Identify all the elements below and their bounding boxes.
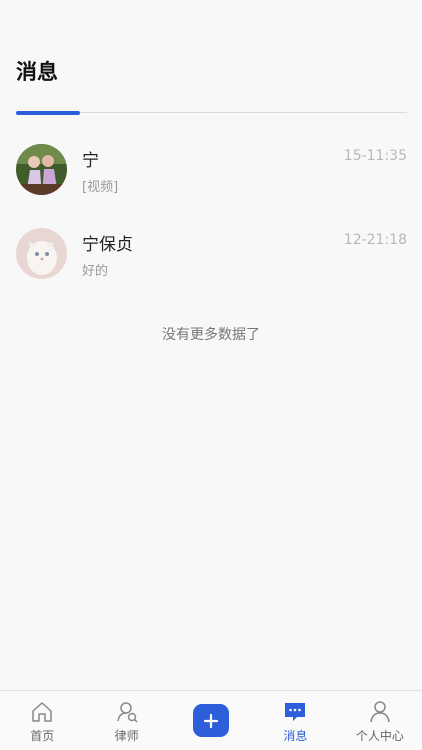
conversation-name: 宁保贞 (82, 235, 133, 255)
tab-home[interactable]: 首页 (0, 691, 84, 750)
message-icon (285, 703, 306, 721)
avatar (16, 144, 67, 195)
conversation-time: 15-11:35 (343, 148, 407, 164)
plus-icon (203, 713, 219, 728)
add-button[interactable] (193, 704, 230, 737)
user-icon (370, 701, 390, 723)
tab-label: 个人中心 (355, 729, 404, 743)
lawyer-search-icon (116, 702, 138, 723)
conversation-preview: [视频] (82, 180, 119, 195)
tab-add[interactable] (169, 691, 253, 750)
conversation-item[interactable]: 宁 [视频] 15-11:35 (0, 144, 422, 220)
tab-label: 律师 (114, 729, 139, 743)
tab-messages[interactable]: 消息 (253, 691, 337, 750)
tab-label: 首页 (30, 729, 55, 743)
conversation-preview: 好的 (82, 264, 109, 279)
tab-label: 消息 (283, 729, 308, 743)
tab-indicator (16, 111, 80, 115)
home-icon (32, 702, 52, 722)
conversation-name: 宁 (82, 151, 99, 171)
tab-profile[interactable]: 个人中心 (338, 691, 422, 750)
list-end-text: 没有更多数据了 (162, 327, 260, 343)
tab-lawyer[interactable]: 律师 (84, 691, 168, 750)
conversation-item[interactable]: 宁保贞 好的 12-21:18 (0, 228, 422, 304)
avatar (16, 228, 67, 279)
bottom-tab-bar: 首页 律师 消息 个人中心 (0, 690, 422, 750)
page-title: 消息 (16, 60, 58, 84)
conversation-time: 12-21:18 (343, 232, 407, 248)
